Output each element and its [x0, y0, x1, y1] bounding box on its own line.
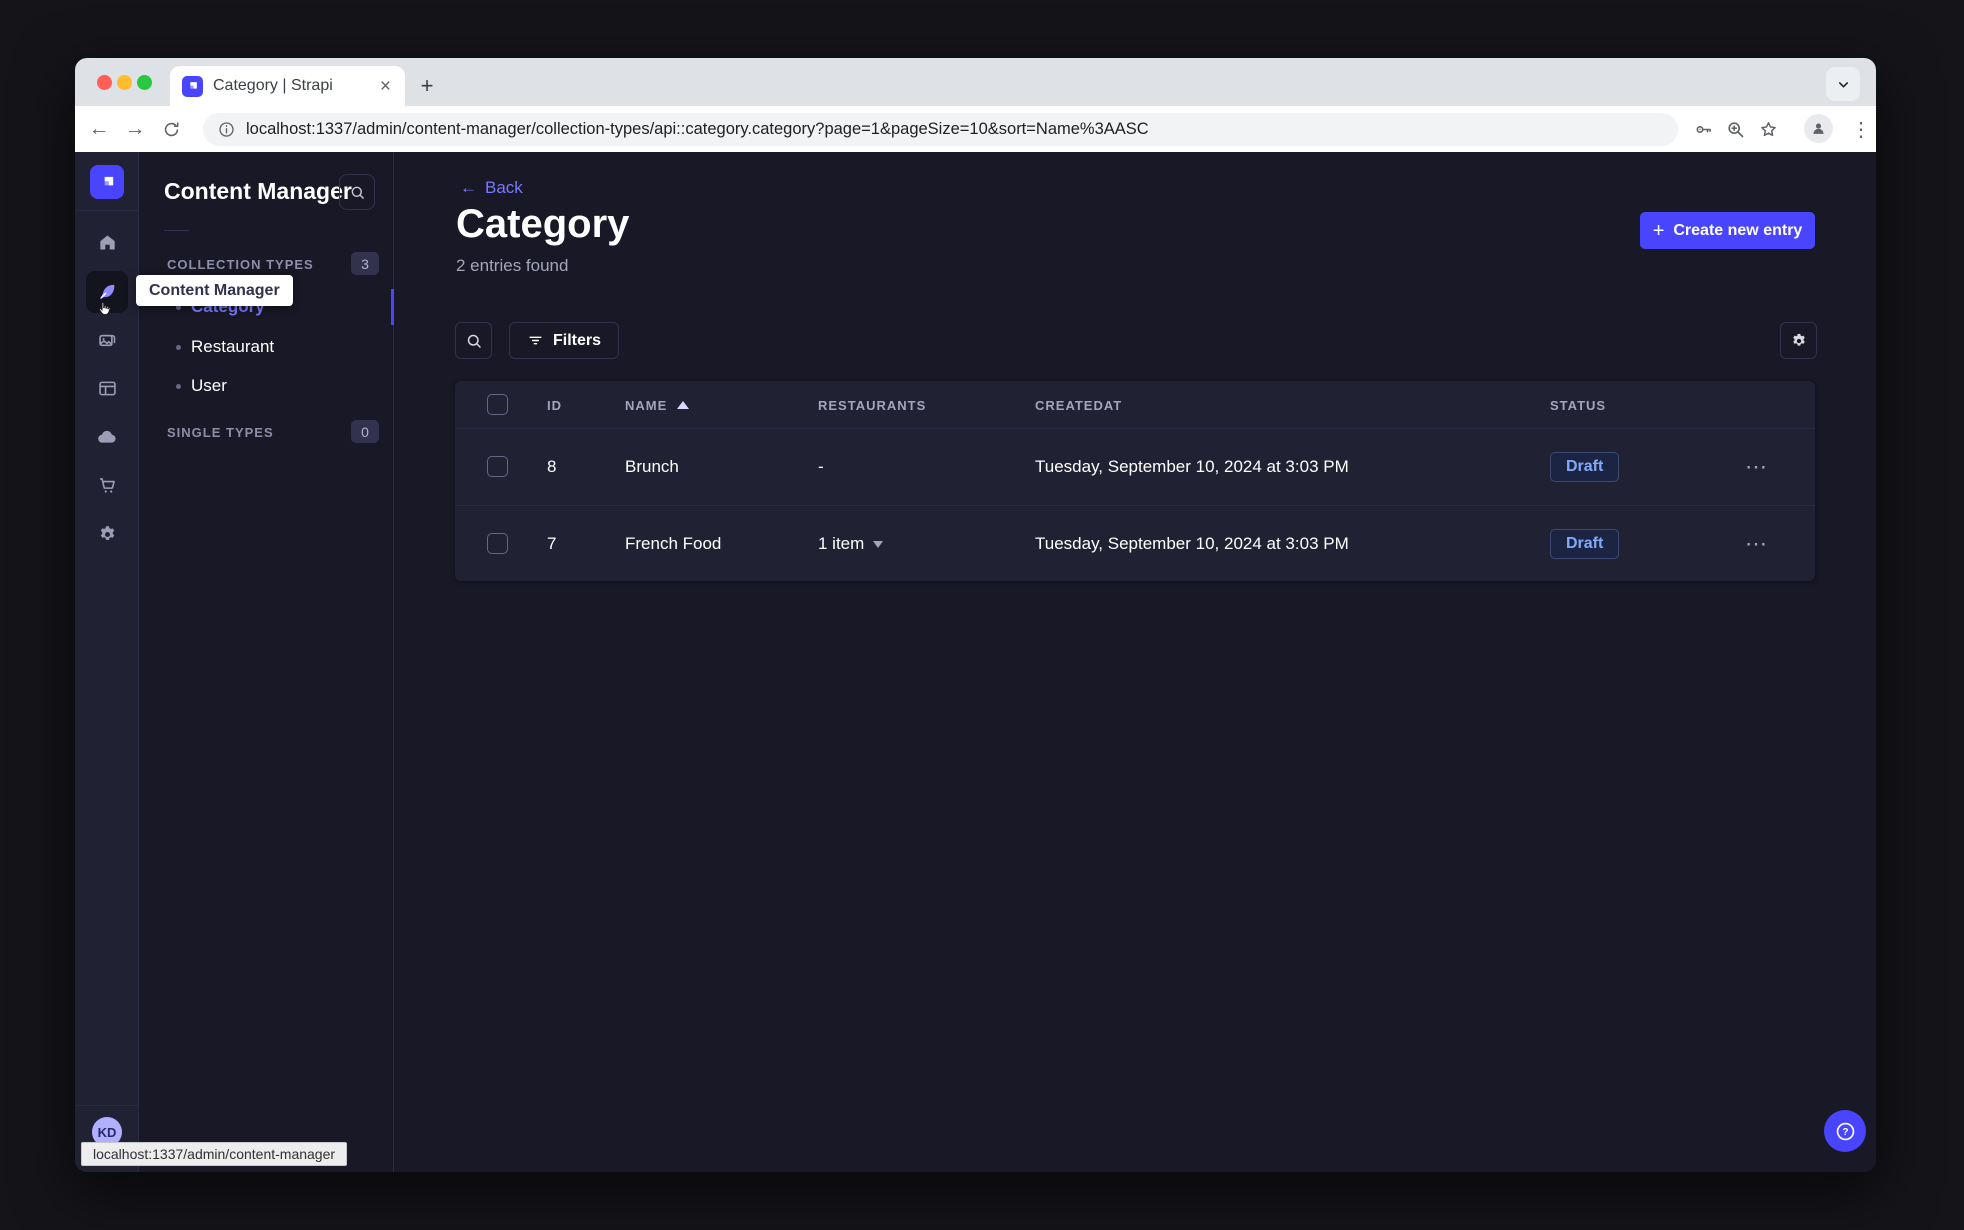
- browser-tab-category[interactable]: Category | Strapi ×: [170, 66, 405, 106]
- cell-createdat: Tuesday, September 10, 2024 at 3:03 PM: [1035, 534, 1349, 553]
- browser-profile-avatar[interactable]: [1804, 114, 1833, 143]
- status-badge-draft: Draft: [1550, 452, 1620, 482]
- cell-restaurants: -: [818, 457, 824, 476]
- subnav-item-user[interactable]: User: [139, 366, 393, 406]
- select-all-checkbox[interactable]: [487, 394, 508, 415]
- reload-button[interactable]: [159, 117, 183, 141]
- traffic-light-minimize[interactable]: [117, 75, 132, 90]
- subnav-divider: [164, 230, 189, 231]
- browser-tab-strip: Category | Strapi × +: [75, 58, 1876, 106]
- row-actions-button[interactable]: ⋯: [1745, 506, 1769, 582]
- cell-name: Brunch: [625, 457, 679, 476]
- rail-divider: [75, 210, 139, 211]
- subnav-item-restaurant[interactable]: Restaurant: [139, 327, 393, 367]
- cell-id: 7: [547, 534, 557, 553]
- single-types-label: SINGLE TYPES: [167, 425, 274, 440]
- sort-asc-icon: [677, 401, 690, 409]
- row-checkbox[interactable]: [487, 533, 508, 554]
- browser-window: Category | Strapi × + ← → localhost:1337…: [75, 58, 1876, 1172]
- back-link[interactable]: ← Back: [460, 178, 523, 198]
- zoom-icon[interactable]: [1723, 117, 1747, 141]
- strapi-admin: KD Content Manager COLLECTION TYPES 3 Ca…: [75, 152, 1876, 1172]
- collection-types-label: COLLECTION TYPES: [167, 257, 314, 272]
- column-header-id[interactable]: ID: [547, 381, 562, 429]
- table-header-row: ID NAME RESTAURANTS CREATEDAT STATUS: [455, 381, 1815, 429]
- home-icon[interactable]: [86, 221, 128, 263]
- strapi-favicon: [182, 75, 203, 97]
- plus-icon: +: [1652, 219, 1665, 242]
- cloud-icon[interactable]: [86, 416, 128, 458]
- column-header-name[interactable]: NAME: [625, 381, 690, 429]
- entries-count: 2 entries found: [456, 256, 569, 275]
- svg-text:?: ?: [1842, 1127, 1848, 1138]
- entries-table: ID NAME RESTAURANTS CREATEDAT STATUS 8 B…: [455, 381, 1815, 581]
- collection-types-badge: 3: [351, 252, 379, 275]
- subnav-title: Content Manager: [164, 178, 352, 204]
- address-bar[interactable]: localhost:1337/admin/content-manager/col…: [203, 113, 1678, 146]
- url-text: localhost:1337/admin/content-manager/col…: [246, 120, 1149, 138]
- table-row-french-food[interactable]: 7 French Food 1 item Tuesday, September …: [455, 505, 1815, 581]
- column-header-restaurants[interactable]: RESTAURANTS: [818, 381, 926, 429]
- create-new-entry-button[interactable]: + Create new entry: [1640, 212, 1815, 249]
- media-library-icon[interactable]: [86, 319, 128, 361]
- browser-menu-kebab-icon[interactable]: ⋮: [1849, 117, 1873, 141]
- row-actions-button[interactable]: ⋯: [1745, 429, 1769, 505]
- strapi-logo[interactable]: [90, 165, 124, 199]
- password-key-icon[interactable]: [1691, 117, 1715, 141]
- content-manager-tooltip: Content Manager: [136, 275, 293, 306]
- page-title: Category: [456, 202, 630, 246]
- settings-gear-icon[interactable]: [86, 513, 128, 555]
- status-bar-link-preview: localhost:1337/admin/content-manager: [81, 1142, 348, 1166]
- cell-restaurants-expandable[interactable]: 1 item: [818, 506, 884, 582]
- cell-createdat: Tuesday, September 10, 2024 at 3:03 PM: [1035, 457, 1349, 476]
- marketplace-cart-icon[interactable]: [86, 464, 128, 506]
- chevron-down-icon: [873, 540, 884, 548]
- filter-icon: [527, 332, 544, 349]
- table-search-button[interactable]: [455, 322, 492, 359]
- traffic-light-close[interactable]: [97, 75, 112, 90]
- bookmark-star-icon[interactable]: [1756, 117, 1780, 141]
- help-button[interactable]: ?: [1824, 1110, 1866, 1152]
- filters-button[interactable]: Filters: [509, 322, 620, 359]
- single-types-badge: 0: [351, 420, 379, 443]
- row-checkbox[interactable]: [487, 456, 508, 477]
- traffic-light-zoom[interactable]: [137, 75, 152, 90]
- view-settings-gear-button[interactable]: [1780, 322, 1817, 359]
- new-tab-button[interactable]: +: [413, 72, 441, 100]
- rail-divider: [75, 1105, 139, 1106]
- browser-toolbar: ← → localhost:1337/admin/content-manager…: [75, 106, 1876, 152]
- cell-name: French Food: [625, 534, 722, 553]
- cell-id: 8: [547, 457, 557, 476]
- tab-search-chevron-icon[interactable]: [1826, 67, 1860, 101]
- table-row-brunch[interactable]: 8 Brunch - Tuesday, September 10, 2024 a…: [455, 429, 1815, 505]
- content-type-builder-icon[interactable]: [86, 367, 128, 409]
- bullet-icon: [176, 344, 181, 350]
- status-badge-draft: Draft: [1550, 529, 1620, 559]
- desktop-background: Category | Strapi × + ← → localhost:1337…: [0, 0, 1964, 1230]
- page-info-icon[interactable]: [217, 120, 236, 139]
- forward-button[interactable]: →: [123, 117, 147, 141]
- tab-close-icon[interactable]: ×: [378, 77, 393, 96]
- active-item-indicator: [391, 289, 394, 325]
- bullet-icon: [176, 383, 181, 389]
- subnav-search-button[interactable]: [339, 174, 375, 210]
- hand-cursor-icon: [93, 298, 115, 320]
- column-header-status[interactable]: STATUS: [1550, 381, 1606, 429]
- column-header-createdat[interactable]: CREATEDAT: [1035, 381, 1122, 429]
- back-button[interactable]: ←: [87, 117, 111, 141]
- tab-title: Category | Strapi: [213, 77, 333, 94]
- back-arrow-icon: ←: [460, 178, 477, 197]
